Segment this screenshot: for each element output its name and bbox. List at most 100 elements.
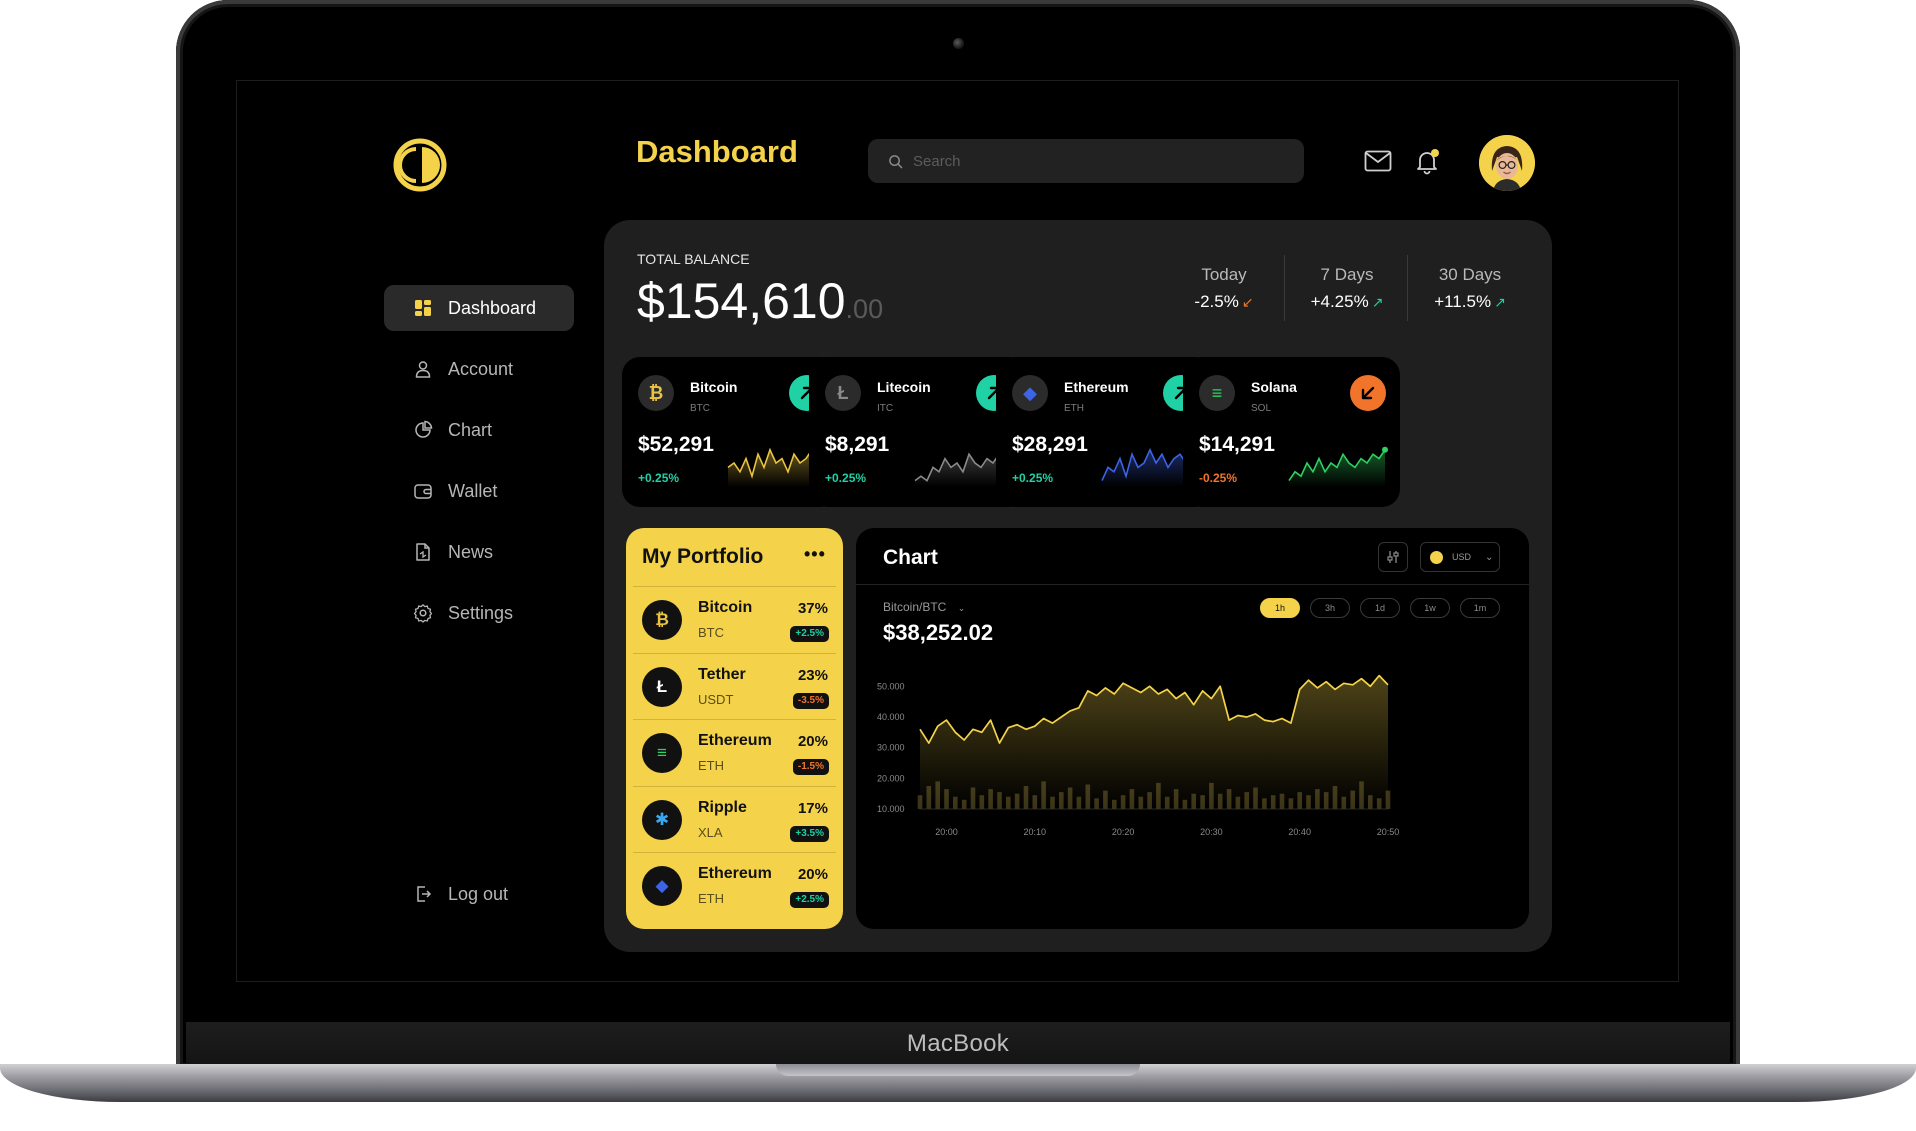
x-tick-label: 20:30 — [1200, 827, 1223, 837]
portfolio-percent: 20% — [797, 866, 828, 883]
sparkline-chart — [1288, 446, 1388, 487]
user-avatar[interactable] — [1479, 135, 1535, 191]
pie-icon — [412, 419, 434, 441]
portfolio-coin-name: Ethereum — [698, 865, 772, 882]
gear-icon — [412, 602, 434, 624]
coin-card-bitcoin[interactable]: ₿ Bitcoin BTC $52,291 +0.25% — [622, 357, 839, 507]
portfolio-more-button[interactable]: ••• — [804, 544, 826, 565]
currency-label: USD — [1452, 552, 1472, 562]
period-stat: Today -2.5% ↙ — [1164, 265, 1284, 312]
portfolio-list: ₿ Bitcoin BTC 37% +2.5% Ł Tether USDT 23% -3.5% ≡ E… — [633, 586, 836, 920]
portfolio-card: My Portfolio ••• ₿ Bitcoin BTC 37% +2.5% Ł Tet… — [626, 528, 843, 929]
mail-button[interactable] — [1362, 145, 1394, 177]
ethereum-icon: ◆ — [642, 866, 682, 906]
balance-cents: .00 — [845, 294, 884, 324]
timeframe-1w[interactable]: 1w — [1410, 598, 1450, 618]
sidebar-item-label: Chart — [448, 419, 493, 440]
sidebar-item-label: Settings — [448, 602, 514, 623]
timeframe-1d[interactable]: 1d — [1360, 598, 1400, 618]
portfolio-percent: 20% — [797, 733, 828, 750]
bitcoin-icon: ₿ — [642, 600, 682, 640]
portfolio-change-badge: +2.5% — [790, 892, 829, 908]
chevron-down-icon: ⌄ — [1485, 551, 1494, 563]
period-value: +11.5% — [1434, 292, 1492, 311]
y-tick-label: 30.000 — [877, 743, 905, 753]
portfolio-percent: 23% — [797, 666, 828, 684]
chart-header-divider — [856, 584, 1529, 585]
x-tick-label: 20:50 — [1377, 827, 1400, 837]
portfolio-coin-name: Tether — [698, 665, 746, 683]
coin-symbol: BTC — [690, 403, 710, 414]
sidebar-item-wallet[interactable]: Wallet — [384, 468, 574, 514]
coin-card-solana[interactable]: ≡ Solana SOL $14,291 -0.25% — [1183, 357, 1400, 507]
sidebar-item-settings[interactable]: Settings — [384, 590, 574, 636]
portfolio-coin-symbol: XLA — [698, 824, 723, 840]
chart-title: Chart — [883, 546, 938, 569]
logout-icon — [412, 883, 434, 905]
portfolio-coin-name: Ethereum — [698, 732, 772, 749]
coin-card-ethereum[interactable]: ◆ Ethereum ETH $28,291 +0.25% — [996, 357, 1213, 507]
sparkline-end-dot — [1382, 446, 1388, 453]
bell-icon — [1417, 149, 1439, 175]
portfolio-row[interactable]: ₿ Bitcoin BTC 37% +2.5% — [633, 587, 836, 654]
portfolio-row[interactable]: ✱ Ripple XLA 17% +3.5% — [633, 787, 836, 853]
arrow-up-right-icon: ↗ — [1371, 294, 1384, 310]
news-icon — [412, 541, 434, 563]
logout-button[interactable]: Log out — [384, 871, 574, 917]
x-tick-label: 20:00 — [935, 827, 958, 837]
y-tick-label: 20.000 — [877, 773, 905, 783]
coin-symbol: ITC — [877, 403, 894, 414]
sidebar-item-account[interactable]: Account — [384, 346, 574, 392]
portfolio-change-badge: -3.5% — [792, 692, 829, 709]
portfolio-coin-symbol: BTC — [698, 625, 724, 640]
timeframe-3h[interactable]: 3h — [1310, 598, 1350, 618]
coin-symbol: ETH — [1064, 403, 1084, 414]
timeframe-1h[interactable]: 1h — [1260, 598, 1300, 618]
portfolio-row[interactable]: ≡ Ethereum ETH 20% -1.5% — [633, 720, 836, 787]
sidebar-item-dashboard[interactable]: Dashboard — [384, 285, 574, 331]
chart-panel: Chart USD ⌄ Bitcoin/BTC ⌄ $38,252.02 1h … — [856, 528, 1529, 929]
logout-label: Log out — [448, 883, 509, 904]
coin-change: +0.25% — [638, 471, 680, 485]
currency-select[interactable]: USD ⌄ — [1420, 542, 1500, 572]
period-label: Today — [1201, 265, 1247, 284]
search-input[interactable] — [913, 152, 1273, 170]
app-logo-icon[interactable] — [392, 137, 448, 193]
ethereum-icon: ≡ — [642, 733, 682, 773]
coin-change: +0.25% — [825, 471, 867, 485]
notification-button[interactable] — [1411, 145, 1443, 177]
pair-select[interactable]: Bitcoin/BTC ⌄ — [883, 600, 965, 614]
sidebar-item-news[interactable]: News — [384, 529, 574, 575]
grid-icon — [412, 297, 434, 319]
chart-settings-button[interactable] — [1378, 542, 1408, 572]
total-balance-value: $154,610.00 — [637, 272, 883, 330]
period-stat: 7 Days +4.25% ↗ — [1287, 265, 1407, 312]
period-label: 7 Days — [1320, 265, 1374, 284]
timeframe-1m[interactable]: 1m — [1460, 598, 1500, 618]
search-bar[interactable] — [868, 139, 1304, 183]
sparkline-area — [1289, 449, 1385, 487]
laptop-brand-label: MacBook — [906, 1030, 1010, 1057]
solana-icon: ≡ — [1199, 375, 1235, 411]
coin-change: -0.25% — [1199, 471, 1238, 485]
bitcoin-icon: ₿ — [638, 375, 674, 411]
sidebar-item-label: Dashboard — [448, 297, 537, 318]
portfolio-title: My Portfolio — [642, 545, 764, 568]
coin-card-litecoin[interactable]: Ł Litecoin ITC $8,291 +0.25% — [809, 357, 1026, 507]
x-tick-label: 20:10 — [1024, 827, 1047, 837]
portfolio-change-badge: -1.5% — [792, 759, 829, 775]
portfolio-percent: 17% — [797, 799, 828, 817]
sidebar-item-chart[interactable]: Chart — [384, 407, 574, 453]
coin-price: $28,291 — [1012, 433, 1088, 456]
period-value: -2.5% — [1194, 292, 1239, 311]
period-value: +4.25% — [1310, 292, 1369, 311]
coin-symbol: SOL — [1251, 403, 1272, 414]
price-area — [920, 675, 1388, 809]
tether-icon: Ł — [642, 666, 682, 707]
portfolio-percent: 37% — [797, 600, 828, 617]
usd-coin-icon — [1430, 550, 1443, 564]
litecoin-icon: Ł — [825, 375, 861, 411]
portfolio-row[interactable]: Ł Tether USDT 23% -3.5% — [633, 654, 836, 720]
portfolio-row[interactable]: ◆ Ethereum ETH 20% +2.5% — [633, 853, 836, 920]
pair-price: $38,252.02 — [883, 620, 994, 645]
